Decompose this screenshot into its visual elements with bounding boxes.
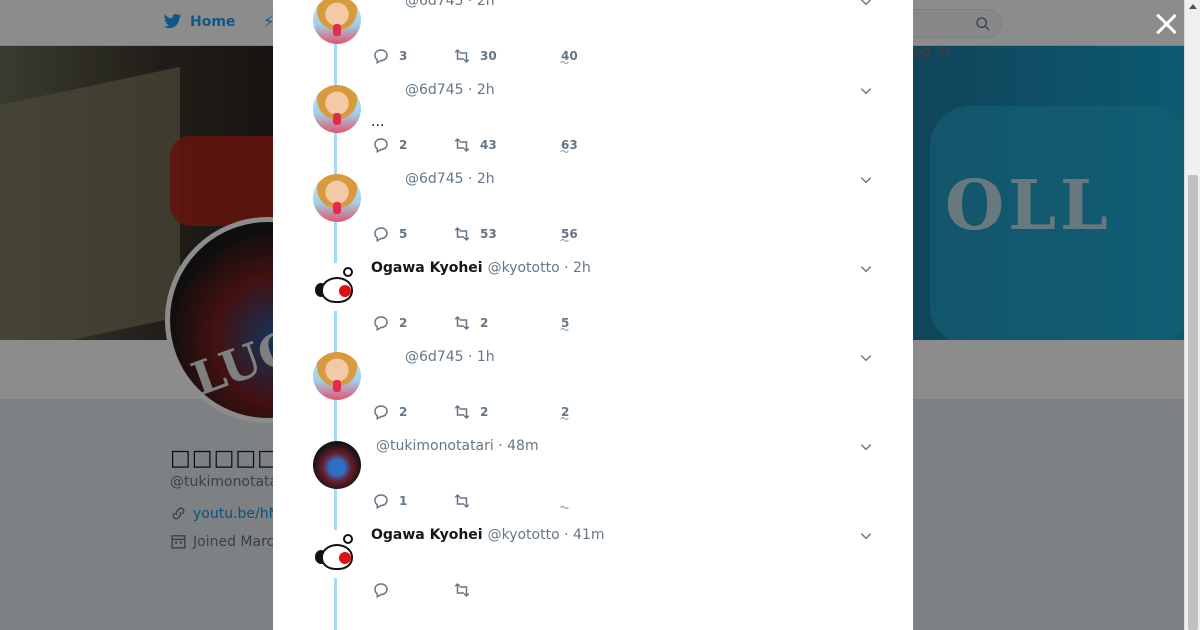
chevron-down-icon[interactable]: [859, 83, 873, 97]
tweet-avatar[interactable]: [313, 352, 361, 400]
reply-button[interactable]: 5: [372, 225, 453, 243]
retweet-button[interactable]: 43: [453, 136, 561, 154]
chevron-down-icon[interactable]: [859, 0, 873, 8]
reply-icon: [374, 405, 388, 421]
retweet-button[interactable]: [453, 581, 561, 599]
reply-icon: [374, 227, 388, 243]
reply-icon: [374, 583, 388, 599]
tweet-actions: [372, 580, 561, 600]
tweet-item[interactable]: @6d745 · 2h 3 30 40 〜: [273, 0, 913, 80]
reply-button[interactable]: 2: [372, 314, 453, 332]
tweet-actions: 3 30 40: [372, 46, 578, 66]
reply-button[interactable]: [372, 581, 453, 599]
tweet-avatar[interactable]: [313, 85, 361, 133]
reply-count: 2: [399, 316, 408, 330]
tweet-handle-time[interactable]: @kyototto · 2h: [488, 260, 591, 276]
retweet-button[interactable]: 2: [453, 403, 561, 421]
tweet-fullname[interactable]: Ogawa Kyohei: [371, 527, 483, 543]
tweet-header[interactable]: Ogawa Kyohei @kyototto · 2h: [371, 258, 591, 278]
tweet-actions: 5 53 56: [372, 224, 578, 244]
tweet-avatar[interactable]: [313, 263, 361, 311]
tweet-avatar[interactable]: [313, 174, 361, 222]
retweet-count: 53: [480, 227, 497, 241]
scroll-up-arrow-icon[interactable]: [1189, 4, 1197, 9]
tweet-actions: 1: [372, 491, 561, 511]
reply-button[interactable]: 2: [372, 403, 453, 421]
tweet-header[interactable]: @6d745 · 1h: [405, 347, 495, 367]
heart-icon[interactable]: 〜: [560, 327, 574, 336]
chevron-down-icon[interactable]: [859, 172, 873, 186]
heart-icon[interactable]: 〜: [560, 505, 574, 514]
heart-icon[interactable]: 〜: [560, 416, 574, 425]
chevron-down-icon[interactable]: [859, 439, 873, 453]
tweet-item[interactable]: @6d745 · 1h 2 2 2 〜: [273, 347, 913, 436]
tweet-item[interactable]: @6d745 · 2h 5 53 56 〜: [273, 169, 913, 258]
tweet-handle-time[interactable]: @6d745 · 1h: [405, 349, 495, 365]
tweet-actions: 225: [372, 313, 569, 333]
tweet-header[interactable]: @6d745 · 2h: [405, 0, 495, 11]
tweet-header[interactable]: @tukimonotatari · 48m: [376, 436, 539, 456]
tweet-item[interactable]: @tukimonotatari · 48m 1 〜: [273, 436, 913, 525]
retweet-icon: [454, 493, 470, 509]
retweet-count: 30: [480, 49, 497, 63]
heart-icon[interactable]: 〜: [560, 60, 574, 69]
retweet-icon: [454, 48, 470, 64]
retweet-button[interactable]: 2: [453, 314, 561, 332]
retweet-button[interactable]: 53: [453, 225, 561, 243]
reply-icon: [374, 316, 388, 332]
tweet-header[interactable]: @6d745 · 2h: [405, 80, 495, 100]
heart-icon[interactable]: 〜: [560, 149, 574, 158]
tweet-avatar[interactable]: [313, 530, 361, 578]
tweet-actions: 222: [372, 402, 569, 422]
retweet-count: 2: [480, 316, 489, 330]
retweet-icon: [454, 404, 470, 420]
tweet-header[interactable]: Ogawa Kyohei @kyototto · 41m: [371, 525, 604, 545]
chevron-down-icon[interactable]: [859, 261, 873, 275]
scrollbar-thumb[interactable]: [1188, 175, 1198, 630]
reply-button[interactable]: 2: [372, 136, 453, 154]
reply-icon: [374, 138, 388, 154]
retweet-count: 43: [480, 138, 497, 152]
retweet-icon: [454, 315, 470, 331]
tweet-text: ...: [371, 114, 385, 130]
tweet-item[interactable]: @6d745 · 2h... 2 43 63 〜: [273, 80, 913, 169]
reply-count: 2: [399, 405, 408, 419]
retweet-icon: [454, 137, 470, 153]
tweet-handle-time[interactable]: @6d745 · 2h: [405, 82, 495, 98]
retweet-icon: [454, 582, 470, 598]
heart-icon[interactable]: 〜: [560, 238, 574, 247]
retweet-count: 2: [480, 405, 489, 419]
retweet-button[interactable]: [453, 492, 561, 510]
tweet-fullname[interactable]: Ogawa Kyohei: [371, 260, 483, 276]
reply-count: 3: [399, 49, 408, 63]
retweet-button[interactable]: 30: [453, 47, 561, 65]
tweet-handle-time[interactable]: @kyototto · 41m: [488, 527, 605, 543]
tweet-handle-time[interactable]: @6d745 · 2h: [405, 0, 495, 9]
tweet-actions: 2 43 63: [372, 135, 578, 155]
tweet-item[interactable]: Ogawa Kyohei @kyototto · 2h 2 2 5 〜: [273, 258, 913, 347]
chevron-down-icon[interactable]: [859, 350, 873, 364]
reply-count: 1: [399, 494, 408, 508]
chevron-down-icon[interactable]: [859, 528, 873, 542]
reply-icon: [374, 494, 388, 510]
reply-count: 5: [399, 227, 408, 241]
tweet-avatar[interactable]: [313, 441, 361, 489]
retweet-icon: [454, 226, 470, 242]
tweet-item[interactable]: Ogawa Kyohei @kyototto · 41m: [273, 525, 913, 614]
reply-icon: [374, 49, 388, 65]
tweet-avatar[interactable]: [313, 0, 361, 44]
conversation-modal: @6d745 · 2h 3 30 40 〜 @6d745 · 2h... 2 43 63 〜 @6d…: [273, 0, 913, 630]
reply-button[interactable]: 3: [372, 47, 453, 65]
reply-button[interactable]: 1: [372, 492, 453, 510]
tweet-header[interactable]: @6d745 · 2h: [405, 169, 495, 189]
tweet-handle-time[interactable]: @6d745 · 2h: [405, 171, 495, 187]
reply-count: 2: [399, 138, 408, 152]
page-scrollbar[interactable]: [1184, 0, 1200, 630]
close-icon[interactable]: [1155, 13, 1177, 35]
tweet-handle-time[interactable]: @tukimonotatari · 48m: [376, 438, 539, 454]
